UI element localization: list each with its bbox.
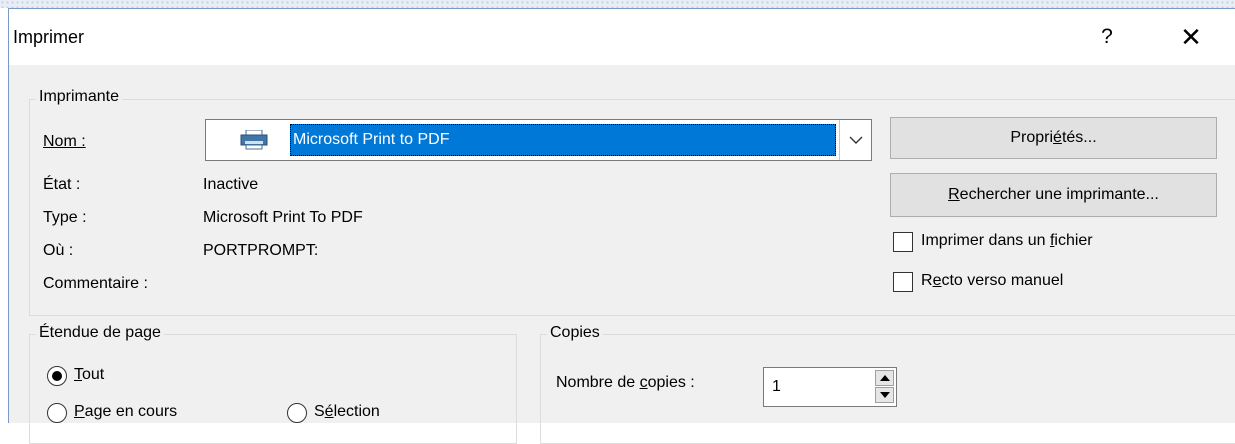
stepper-buttons (875, 370, 894, 404)
status-value: Inactive (203, 176, 259, 193)
properties-button[interactable]: Propriétés... (890, 117, 1217, 159)
dropdown-arrow[interactable] (839, 120, 871, 160)
print-to-file-label[interactable]: Imprimer dans un fichier (921, 232, 1093, 250)
type-value: Microsoft Print To PDF (203, 209, 363, 226)
name-label: Nom : (43, 133, 86, 150)
comment-label: Commentaire : (43, 275, 148, 292)
chevron-down-icon (849, 136, 862, 144)
printer-name-value: Microsoft Print to PDF (290, 124, 836, 156)
dialog-title: Imprimer (13, 27, 84, 47)
where-value: PORTPROMPT: (203, 242, 319, 259)
current-page-label[interactable]: Page en cours (74, 403, 177, 421)
printer-icon (240, 129, 268, 155)
copies-group-label: Copies (547, 324, 603, 342)
copies-input[interactable] (772, 378, 862, 396)
manual-duplex-label[interactable]: Recto verso manuel (921, 272, 1063, 290)
where-label: Où : (43, 242, 74, 259)
selection-label[interactable]: Sélection (314, 403, 380, 421)
find-printer-button[interactable]: Rechercher une imprimante... (890, 173, 1217, 217)
print-to-file-checkbox[interactable] (893, 232, 913, 252)
radio-selected-dot (52, 371, 62, 381)
copies-count-label: Nombre de copies : (556, 374, 695, 391)
manual-duplex-checkbox[interactable] (893, 272, 913, 292)
selection-radio[interactable] (287, 403, 307, 423)
current-page-radio[interactable] (47, 403, 67, 423)
type-label: Type : (43, 209, 87, 226)
printer-name-dropdown[interactable]: Microsoft Print to PDF (205, 119, 872, 161)
arrow-up-icon (880, 375, 890, 381)
status-label: État : (43, 176, 81, 193)
arrow-down-icon (880, 392, 890, 398)
copies-stepper (763, 367, 897, 407)
page-range-group (29, 334, 517, 444)
desktop-background (0, 0, 1235, 8)
title-bar: Imprimer ? ✕ (9, 9, 1235, 65)
help-button[interactable]: ? (1087, 19, 1127, 55)
close-button[interactable]: ✕ (1167, 19, 1215, 55)
decrement-button[interactable] (875, 387, 894, 403)
page-range-group-label: Étendue de page (36, 324, 164, 342)
increment-button[interactable] (875, 370, 894, 386)
all-pages-label[interactable]: Tout (74, 366, 104, 384)
printer-group-label: Imprimante (36, 88, 123, 106)
all-pages-radio[interactable] (47, 366, 67, 386)
print-dialog: Imprimer ? ✕ Imprimante Nom : Microsoft … (8, 8, 1235, 444)
